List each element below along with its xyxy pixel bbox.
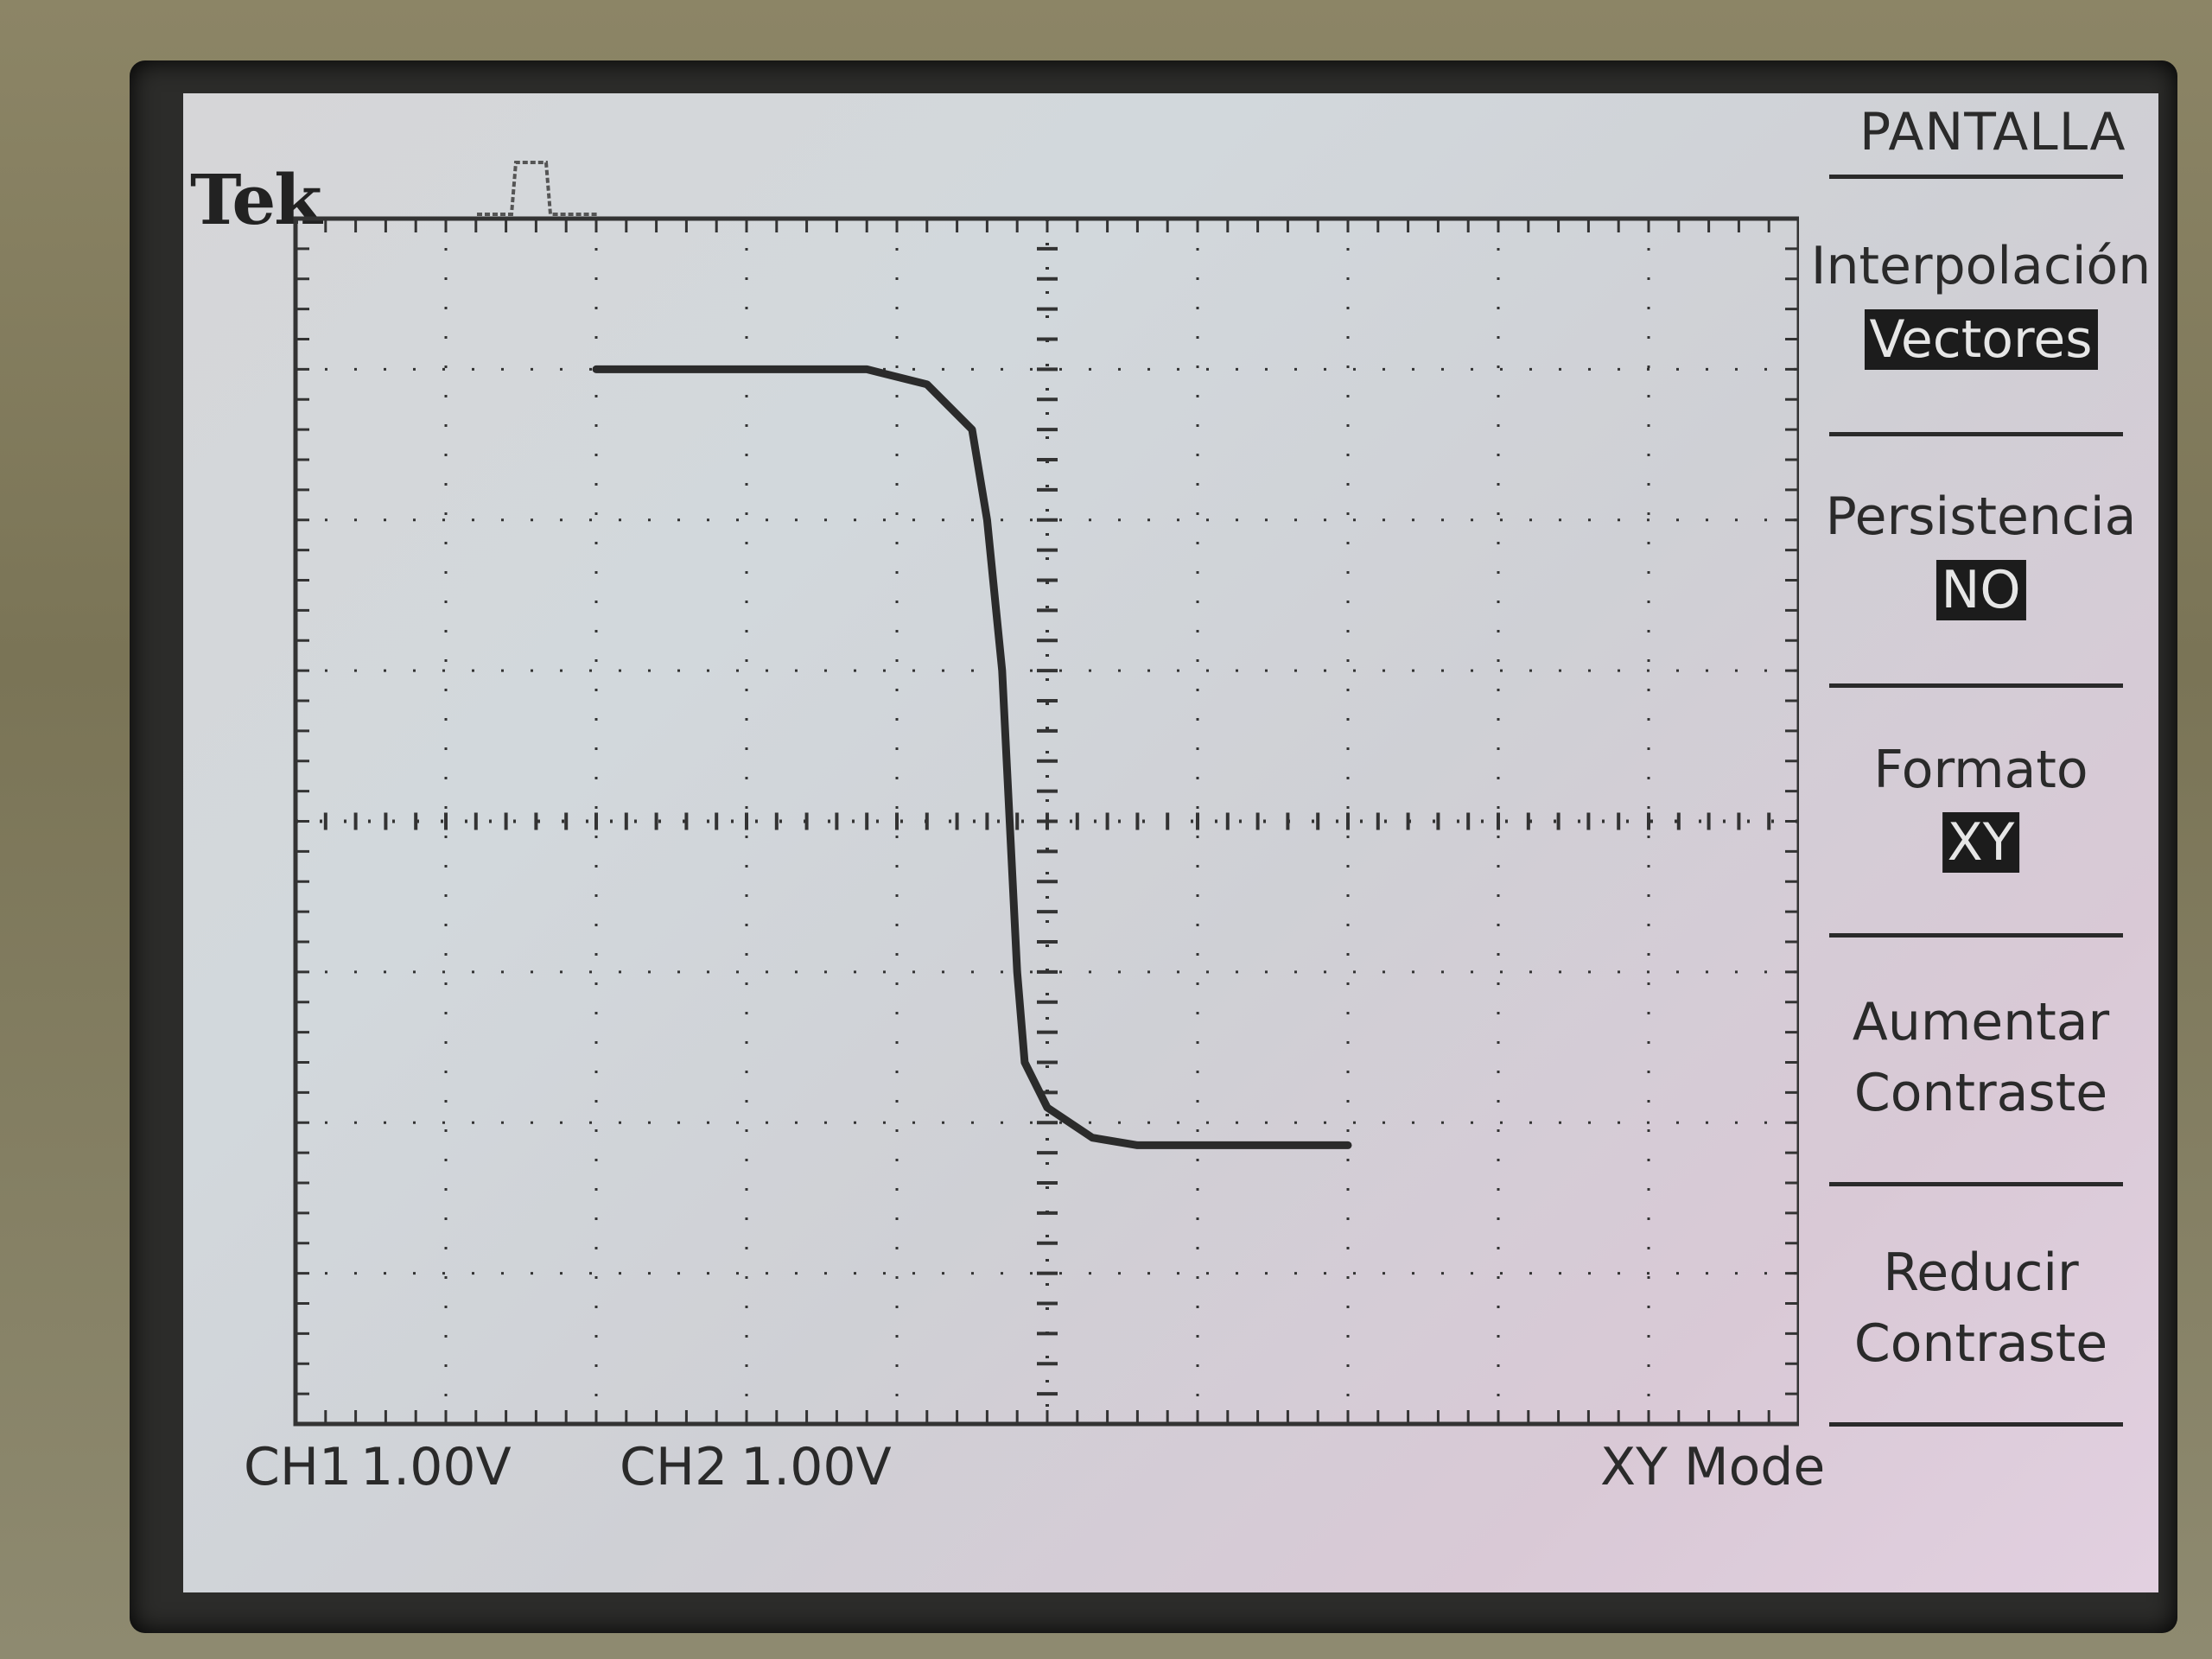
xy-trace bbox=[592, 365, 1352, 1149]
ch2-scale: 1.00V bbox=[741, 1437, 892, 1497]
menu-divider bbox=[1829, 683, 2123, 688]
menu-item-label: Contraste bbox=[1853, 1063, 2108, 1123]
menu-divider bbox=[1829, 175, 2123, 179]
xy-mode-label: XY Mode bbox=[1600, 1437, 1826, 1497]
menu-divider bbox=[1829, 933, 2123, 938]
menu-item-label: Interpolación bbox=[1810, 236, 2152, 296]
menu-item-label: Contraste bbox=[1853, 1313, 2108, 1374]
menu-item-label: Reducir bbox=[1883, 1243, 2079, 1303]
menu-divider bbox=[1829, 1182, 2123, 1186]
menu-item-label: Persistencia bbox=[1825, 486, 2137, 547]
menu-item-label: Formato bbox=[1873, 740, 2088, 800]
menu-title: PANTALLA bbox=[1859, 102, 2126, 162]
menu-item-value: NO bbox=[1936, 560, 2026, 620]
menu-item-value: Vectores bbox=[1864, 309, 2098, 370]
menu-item-label: Aumentar bbox=[1852, 992, 2110, 1052]
ch1-label: CH1 bbox=[244, 1437, 353, 1497]
graticule bbox=[293, 216, 1799, 1427]
display-menu: PANTALLA Interpolación Vectores Persiste… bbox=[1803, 93, 2158, 1592]
menu-divider bbox=[1829, 432, 2123, 436]
oscilloscope-screen: Tek CH1 1.00V CH2 1.00V XY Mode PANTALLA… bbox=[183, 93, 2158, 1592]
menu-item-value: XY bbox=[1942, 812, 2020, 873]
ch1-scale: 1.00V bbox=[360, 1437, 512, 1497]
menu-divider bbox=[1829, 1422, 2123, 1427]
ch2-label: CH2 bbox=[620, 1437, 728, 1497]
